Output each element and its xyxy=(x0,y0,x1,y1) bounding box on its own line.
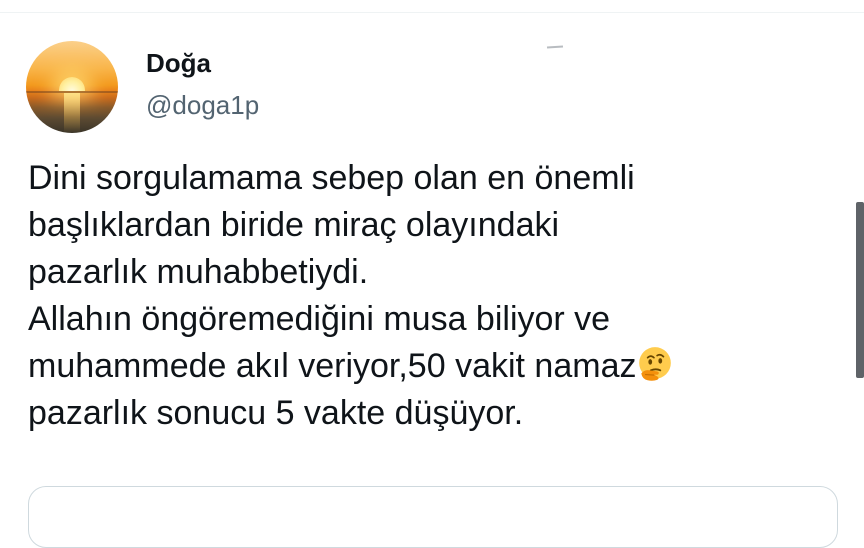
tweet-text-tail: pazarlık sonucu 5 vakte düşüyor. xyxy=(28,394,524,432)
tweet-text: Dini sorgulamama sebep olan en önemli ba… xyxy=(28,155,828,437)
stray-mark xyxy=(546,45,564,49)
top-divider xyxy=(0,12,864,13)
sun-reflection xyxy=(64,93,80,133)
scrollbar-thumb[interactable] xyxy=(856,202,864,378)
avatar[interactable] xyxy=(26,41,118,133)
display-name[interactable]: Doğa xyxy=(146,46,211,80)
quote-card[interactable] xyxy=(28,486,838,548)
tweet-text-main: Dini sorgulamama sebep olan en önemli ba… xyxy=(28,159,637,385)
sun-shape xyxy=(59,77,85,91)
user-handle[interactable]: @doga1p xyxy=(146,88,259,122)
thinking-face-icon xyxy=(639,347,672,381)
